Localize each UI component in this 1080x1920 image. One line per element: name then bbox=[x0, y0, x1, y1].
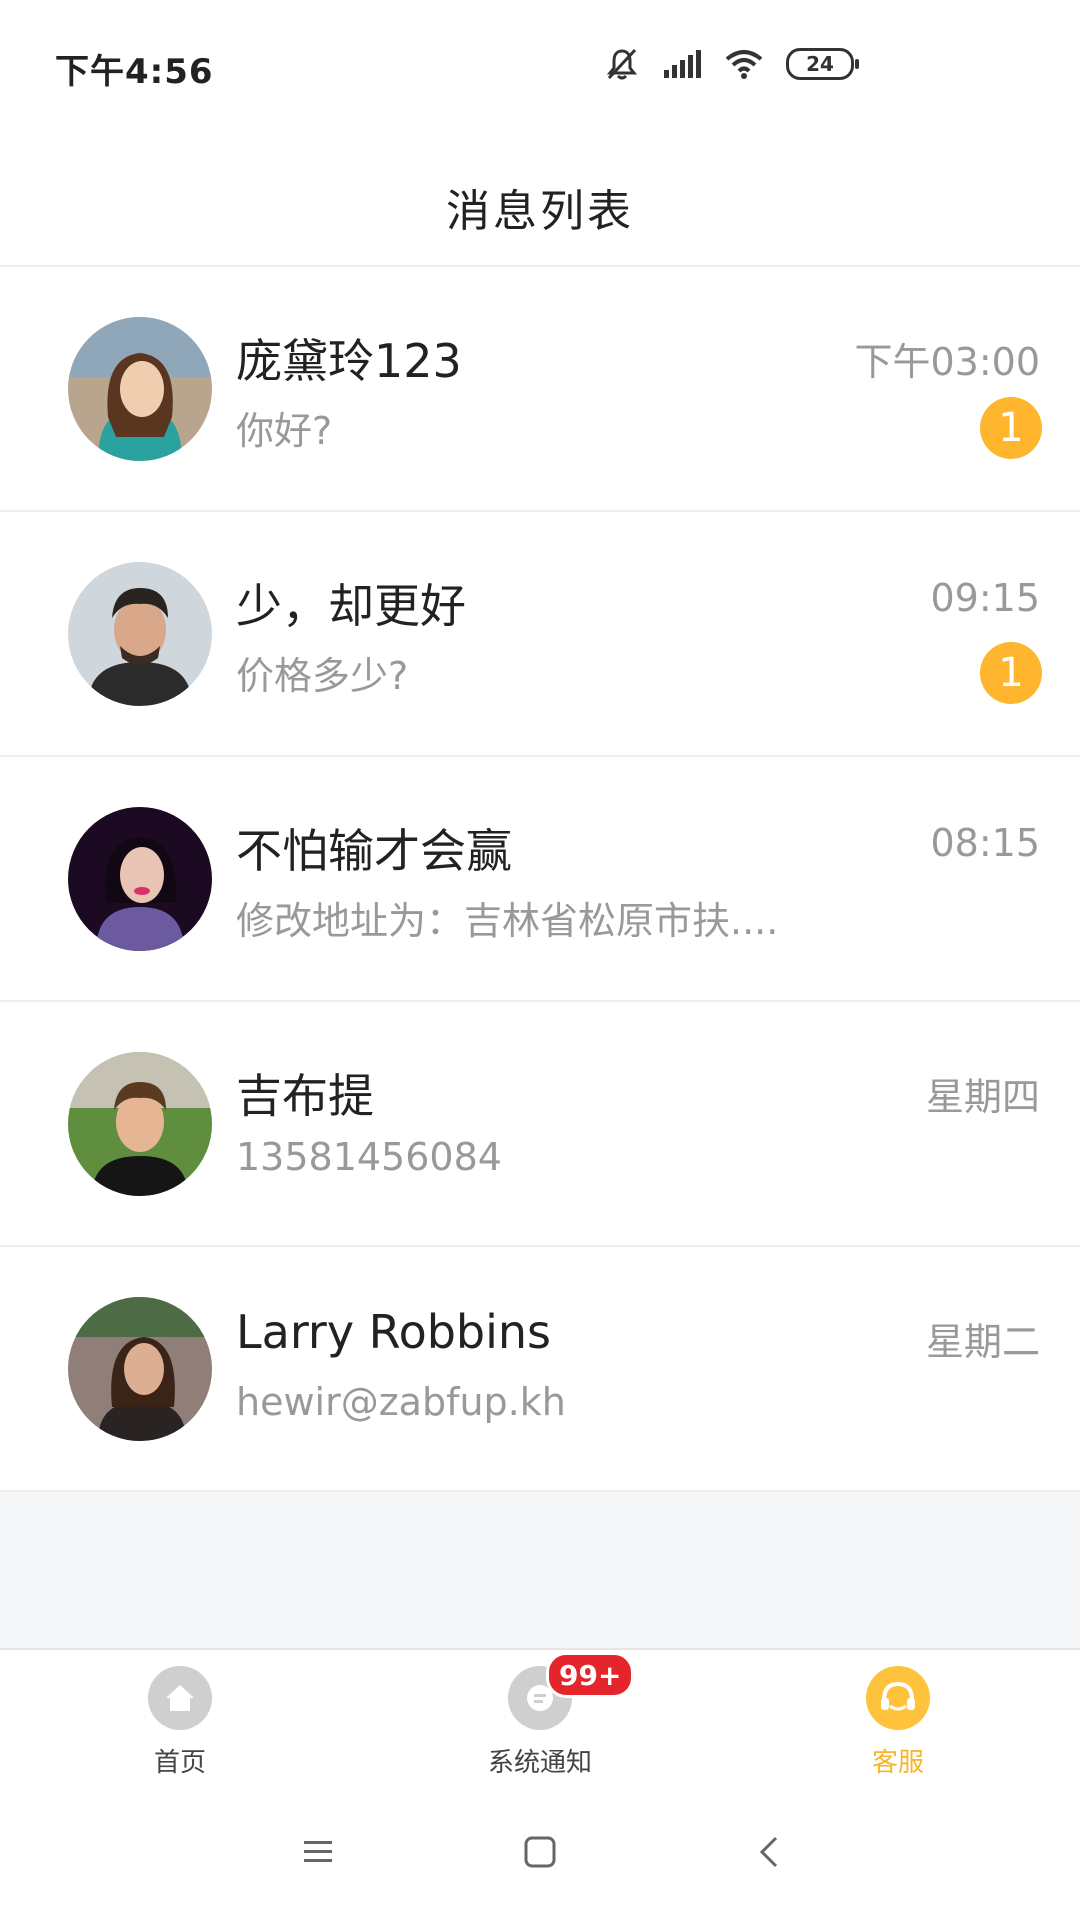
screen: 下午4:56 24 消息列表 庞黛玲123 你好? 下午03:00 1 少，却更… bbox=[0, 0, 1080, 1920]
message-preview: hewir@zabfup.kh bbox=[236, 1380, 566, 1424]
tab-customer-service[interactable]: 客服 bbox=[808, 1666, 988, 1779]
avatar bbox=[68, 1296, 212, 1441]
wifi-icon bbox=[724, 48, 764, 80]
avatar bbox=[68, 561, 212, 706]
message-time: 08:15 bbox=[930, 821, 1040, 865]
unread-badge: 1 bbox=[980, 397, 1042, 459]
message-preview: 13581456084 bbox=[236, 1135, 502, 1179]
tab-notifications[interactable]: 99+ 系统通知 bbox=[450, 1652, 635, 1779]
back-icon[interactable] bbox=[752, 1834, 788, 1874]
contact-name: 不怕输才会赢 bbox=[236, 824, 512, 878]
avatar bbox=[68, 806, 212, 951]
signal-icon bbox=[662, 48, 702, 80]
message-icon: 99+ bbox=[508, 1652, 635, 1730]
message-row[interactable]: 庞黛玲123 你好? 下午03:00 1 bbox=[0, 267, 1080, 512]
message-preview: 修改地址为：吉林省松原市扶.... bbox=[236, 899, 779, 943]
unread-badge: 1 bbox=[980, 642, 1042, 704]
page-title: 消息列表 bbox=[446, 186, 634, 237]
message-row[interactable]: 吉布提 13581456084 星期四 bbox=[0, 1002, 1080, 1247]
battery-icon: 24 bbox=[786, 48, 859, 80]
message-time: 星期二 bbox=[925, 1320, 1040, 1364]
notification-badge: 99+ bbox=[546, 1652, 635, 1698]
avatar bbox=[68, 1051, 212, 1196]
mute-icon bbox=[604, 46, 640, 82]
header: 消息列表 bbox=[0, 120, 1080, 267]
home-icon bbox=[148, 1666, 212, 1730]
message-row[interactable]: 不怕输才会赢 修改地址为：吉林省松原市扶.... 08:15 bbox=[0, 757, 1080, 1002]
contact-name: Larry Robbins bbox=[236, 1305, 552, 1359]
menu-icon[interactable] bbox=[300, 1834, 336, 1874]
system-nav-bar bbox=[0, 1792, 1080, 1920]
message-time: 星期四 bbox=[925, 1075, 1040, 1119]
home-square-icon[interactable] bbox=[522, 1834, 558, 1874]
tab-home[interactable]: 首页 bbox=[90, 1666, 270, 1779]
contact-name: 吉布提 bbox=[236, 1069, 374, 1123]
status-bar: 下午4:56 24 bbox=[0, 0, 1080, 120]
status-icons: 24 bbox=[604, 46, 859, 82]
tab-label: 客服 bbox=[871, 1748, 924, 1778]
message-row[interactable]: Larry Robbins hewir@zabfup.kh 星期二 bbox=[0, 1247, 1080, 1492]
message-time: 09:15 bbox=[930, 576, 1040, 620]
contact-name: 庞黛玲123 bbox=[236, 334, 462, 388]
message-row[interactable]: 少，却更好 价格多少? 09:15 1 bbox=[0, 512, 1080, 757]
tab-bar: 首页 99+ 系统通知 客服 bbox=[0, 1648, 1080, 1794]
message-preview: 价格多少? bbox=[236, 654, 409, 698]
status-time: 下午4:56 bbox=[55, 52, 214, 92]
message-preview: 你好? bbox=[236, 409, 333, 453]
avatar bbox=[68, 316, 212, 461]
tab-label: 系统通知 bbox=[487, 1748, 592, 1778]
headset-icon bbox=[866, 1666, 930, 1730]
message-list: 庞黛玲123 你好? 下午03:00 1 少，却更好 价格多少? 09:15 1 bbox=[0, 267, 1080, 1492]
contact-name: 少，却更好 bbox=[236, 579, 466, 633]
tab-label: 首页 bbox=[153, 1748, 206, 1778]
message-time: 下午03:00 bbox=[854, 340, 1040, 384]
